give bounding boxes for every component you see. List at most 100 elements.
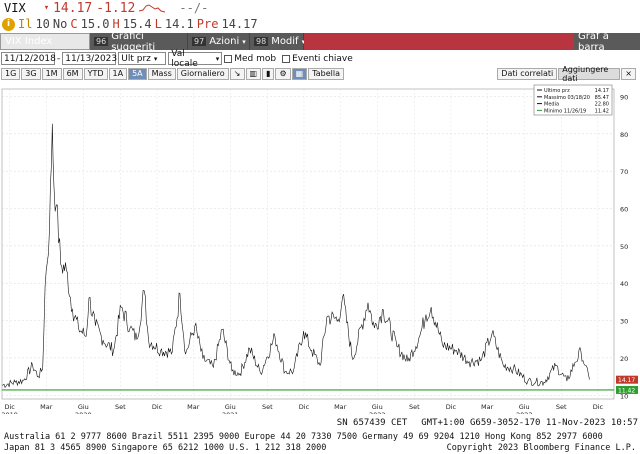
last-price: 14.17 — [53, 0, 93, 16]
x-tick-label: Dic — [446, 403, 457, 411]
y-tick-label: 50 — [620, 243, 628, 251]
footer-sn: SN 657439 CET — [336, 418, 408, 428]
period-bar: 1G 3G 1M 6M YTD 1A 5A Mass Giornaliero ↘… — [0, 65, 640, 83]
period-button-active[interactable]: 5A — [128, 67, 147, 80]
chevron-down-icon: ▾ — [153, 54, 158, 63]
actions-label: Azioni — [209, 36, 240, 47]
period-button[interactable]: 1A — [108, 67, 128, 80]
quote-il-value: 10 — [35, 17, 50, 31]
last-value-tag: 14.17 — [618, 377, 635, 384]
end-date-value: 11/13/2023 — [65, 53, 118, 64]
x-year-label: 2021 — [222, 411, 239, 414]
x-tick-label: Giu — [519, 403, 530, 411]
key-events-checkbox[interactable]: Eventi chiave — [282, 54, 353, 64]
quote-h-label: H — [112, 17, 120, 31]
currency-select[interactable]: Val locale ▾ — [168, 49, 223, 69]
controls-row: 11/12/2018 - 11/13/2023 Ult prz ▾ Val lo… — [0, 49, 640, 69]
add-data-button[interactable]: Aggiungere dati — [558, 65, 621, 83]
quote-c-value: 15.0 — [80, 17, 110, 31]
x-tick-label: Set — [262, 403, 273, 411]
actions-number: 97 — [192, 37, 207, 46]
footer-contacts-1: Australia 61 2 9777 8600 Brazil 5511 239… — [4, 432, 603, 442]
chart-settings-icon-button[interactable]: ⚙ — [275, 67, 291, 80]
period-button[interactable]: Mass — [147, 67, 176, 80]
x-tick-label: Giu — [225, 403, 236, 411]
actions-button[interactable]: 97 Azioni ▾ — [188, 33, 250, 50]
x-tick-label: Set — [556, 403, 567, 411]
table-label: Tabella — [312, 69, 341, 78]
edit-number: 98 — [254, 37, 269, 46]
edit-button[interactable]: 98 Modif ▾ — [250, 33, 305, 50]
legend-value: 22.80 — [595, 102, 609, 108]
y-tick-label: 90 — [620, 93, 628, 101]
checkbox-icon — [282, 54, 291, 63]
period-button[interactable]: 6M — [62, 67, 83, 80]
legend-value: 11.42 — [595, 108, 609, 114]
moving-average-checkbox[interactable]: Med mob — [224, 54, 276, 64]
chart-legend: Ultimo prz 14.17 Massimo 03/18/20 85.47 Medi… — [533, 84, 613, 116]
correlated-data-button[interactable]: Dati correlati — [497, 67, 558, 80]
index-field[interactable]: VIX Index — [0, 33, 90, 50]
start-date-field[interactable]: 11/12/2018 — [1, 52, 56, 65]
period-label: 3G — [25, 69, 37, 78]
footer-contacts-text: Australia 61 2 9777 8600 Brazil 5511 239… — [4, 432, 603, 442]
sparkline-icon — [139, 4, 166, 13]
main-toolbar: VIX Index 96 Grafici suggeriti 97 Azioni… — [0, 31, 640, 53]
period-button[interactable]: YTD — [83, 67, 108, 80]
chart-line-icon-button[interactable]: ↘ — [229, 67, 245, 80]
period-label: 1G — [5, 69, 17, 78]
suggested-number: 96 — [94, 37, 109, 46]
key-events-label: Eventi chiave — [292, 53, 353, 64]
x-tick-label: Dic — [593, 403, 604, 411]
frequency-select[interactable]: Giornaliero — [176, 67, 229, 80]
price-change: -1.12 — [96, 0, 136, 16]
legend-label: Ultimo prz — [544, 88, 570, 94]
x-year-label: 2023 — [516, 411, 533, 414]
x-tick-label: Giu — [372, 403, 383, 411]
chart-type-button[interactable]: Graf a barra — [574, 31, 640, 53]
legend-value: 85.47 — [595, 95, 609, 101]
table-button[interactable]: Tabella — [308, 67, 345, 80]
x-tick-label: Dic — [152, 403, 163, 411]
edit-label: Modif — [271, 36, 299, 47]
period-label: 6M — [66, 69, 79, 78]
close-chart-button[interactable]: × — [621, 67, 636, 80]
period-label: 1M — [45, 69, 58, 78]
suggested-charts-button[interactable]: 96 Grafici suggeriti — [90, 31, 188, 53]
checkbox-icon — [224, 54, 233, 63]
chevron-down-icon: ▾ — [242, 37, 246, 46]
date-separator: - — [57, 53, 61, 64]
period-button[interactable]: 3G — [21, 67, 41, 80]
chart-bar-icon-button[interactable]: ▮ — [262, 67, 275, 80]
x-year-label: 2019 — [1, 411, 18, 414]
footer-copyright: Copyright 2023 Bloomberg Finance L.P. — [446, 443, 636, 453]
x-tick-label: Set — [115, 403, 126, 411]
info-icon[interactable]: i — [2, 17, 15, 31]
period-label: 5A — [132, 69, 143, 78]
period-button[interactable]: 1M — [41, 67, 62, 80]
moving-average-label: Med mob — [234, 53, 277, 64]
y-tick-label: 60 — [620, 206, 628, 214]
x-tick-label: Giu — [78, 403, 89, 411]
chart-grid-icon-button[interactable]: ▦ — [291, 67, 308, 80]
period-button[interactable]: 1G — [1, 67, 21, 80]
quote-c-label: C — [70, 17, 78, 31]
legend-value: 14.17 — [595, 88, 609, 94]
y-tick-label: 70 — [620, 168, 628, 176]
currency-value: Val locale — [171, 48, 198, 69]
y-tick-label: 40 — [620, 280, 628, 288]
footer-status: SN 657439 CET GMT+1:00 G659-3052-170 11-… — [0, 418, 640, 428]
y-tick-label: 30 — [620, 318, 628, 326]
legend-label: Minimo 11/26/19 — [544, 108, 586, 114]
field-select[interactable]: Ult prz ▾ — [118, 52, 167, 65]
x-tick-label: Mar — [334, 403, 347, 411]
quote-line: i Il 10 No C 15.0 H 15.4 L 14.1 Pre 14.1… — [0, 16, 640, 32]
chart-area-icon-button[interactable]: ▥ — [245, 67, 262, 80]
period-label: 1A — [112, 69, 124, 78]
down-arrow-icon: ▾ — [43, 3, 50, 13]
legend-label: Massimo 03/18/20 — [544, 95, 590, 101]
end-date-field[interactable]: 11/13/2023 — [62, 52, 118, 65]
close-icon: × — [625, 69, 632, 78]
footer-contacts-text-2: Japan 81 3 4565 8900 Singapore 65 6212 1… — [4, 443, 327, 453]
x-tick-label: Mar — [187, 403, 200, 411]
